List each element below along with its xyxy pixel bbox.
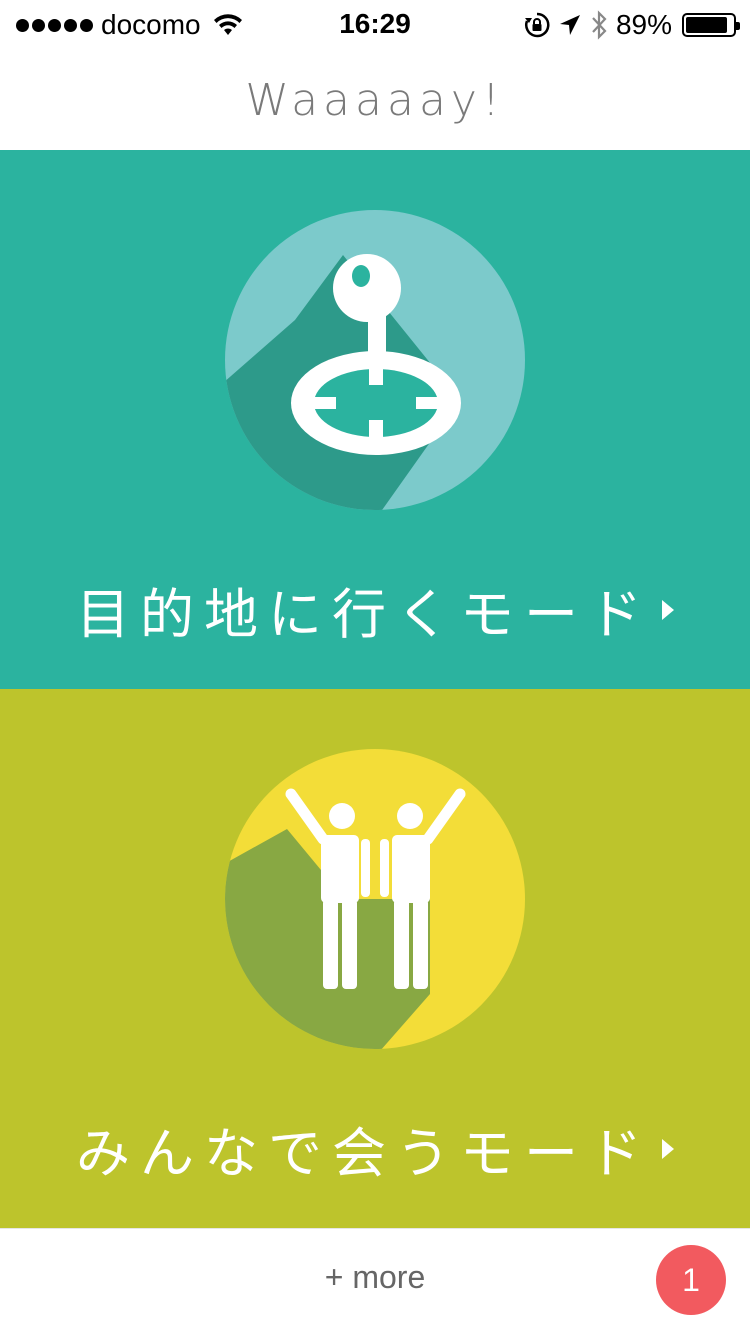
app-header: Waaaaay! — [0, 50, 750, 150]
destination-mode-label: 目的地に行くモード — [76, 583, 652, 646]
chevron-right-icon — [662, 599, 674, 620]
chevron-right-icon — [662, 1138, 674, 1159]
battery-level-fill — [686, 17, 727, 33]
joystick-icon — [225, 210, 525, 510]
destination-mode-button[interactable]: 目的地に行くモード — [0, 150, 750, 689]
destination-mode-label-row: 目的地に行くモード — [0, 570, 750, 649]
status-right: 89% — [524, 8, 740, 42]
footer-bar: + more 1 — [0, 1228, 750, 1333]
location-icon — [559, 15, 580, 35]
battery-percentage: 89% — [615, 9, 672, 40]
meetup-mode-label: みんなで会うモード — [76, 1122, 652, 1185]
rotation-lock-icon — [524, 12, 550, 38]
battery-tip — [736, 22, 740, 30]
two-people-icon — [225, 749, 525, 1049]
bluetooth-icon — [592, 10, 607, 40]
notification-badge[interactable]: 1 — [656, 1245, 726, 1315]
more-button[interactable]: + more — [0, 1259, 750, 1296]
meetup-mode-label-row: みんなで会うモード — [0, 1109, 750, 1188]
meetup-mode-button[interactable]: みんなで会うモード — [0, 689, 750, 1228]
battery-icon — [682, 13, 740, 37]
app-title: Waaaaay! — [245, 74, 505, 126]
status-bar: docomo 16:29 89% — [0, 0, 750, 50]
